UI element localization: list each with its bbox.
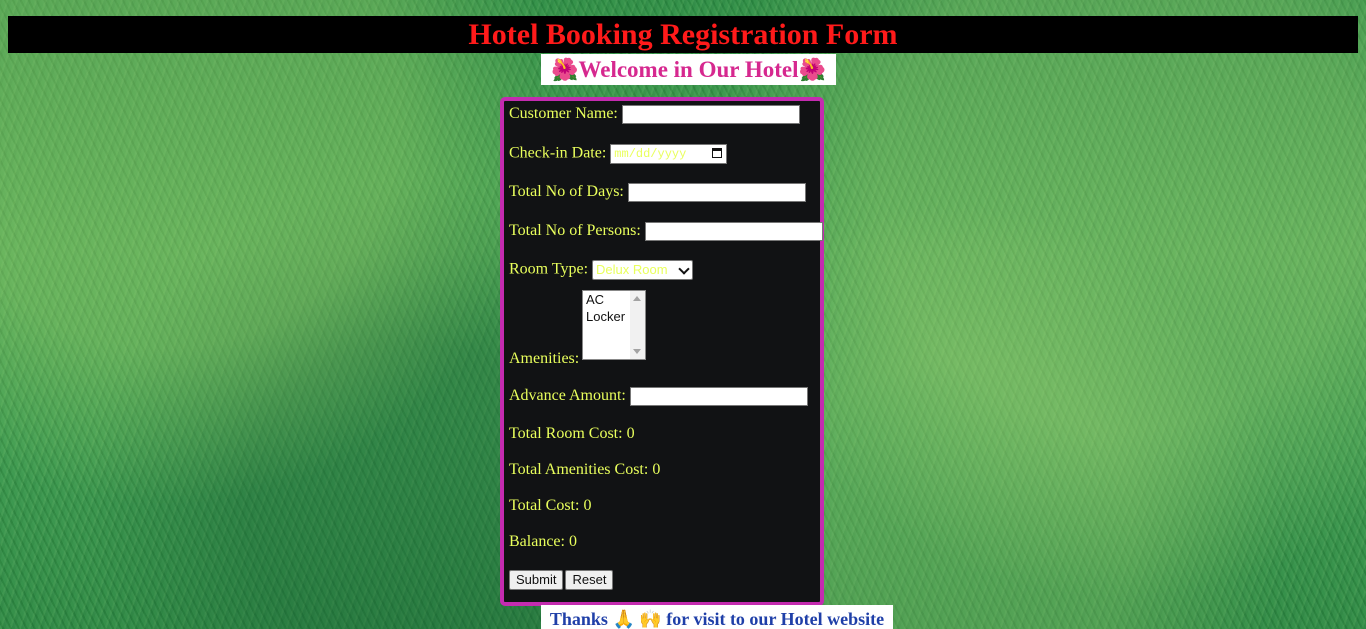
total-amenities-cost-label: Total Amenities Cost: (509, 461, 649, 478)
calendar-icon[interactable] (712, 148, 723, 158)
hibiscus-icon: 🌺 (551, 57, 579, 82)
checkin-date-placeholder: mm/dd/yyyy (614, 147, 687, 161)
balance-row: Balance: 0 (509, 533, 577, 551)
checkin-date-label: Check-in Date: (509, 144, 607, 162)
total-amenities-cost-row: Total Amenities Cost: 0 (509, 461, 660, 479)
total-room-cost-label: Total Room Cost: (509, 425, 623, 442)
listbox-scrollbar[interactable] (630, 291, 645, 359)
advance-amount-input[interactable] (629, 387, 808, 406)
total-persons-input[interactable] (644, 222, 823, 241)
total-cost-label: Total Cost: (509, 497, 580, 514)
customer-name-label: Customer Name: (509, 105, 618, 123)
total-persons-label: Total No of Persons: (509, 222, 641, 240)
balance-value: 0 (568, 533, 577, 550)
checkin-date-input[interactable]: mm/dd/yyyy (610, 144, 728, 164)
hibiscus-icon: 🌺 (798, 57, 826, 82)
footer-thanks: Thanks (549, 609, 608, 629)
room-type-label: Room Type: (509, 260, 589, 278)
scroll-up-arrow-icon[interactable] (633, 296, 641, 301)
total-amenities-cost-value: 0 (652, 461, 661, 478)
advance-amount-row: Advance Amount: (509, 387, 808, 406)
amenities-row: Amenities: AC Locker (509, 290, 646, 368)
form-actions: Submit Reset (509, 570, 615, 590)
folded-hands-icon: 🙏 (612, 609, 635, 629)
scroll-down-arrow-icon[interactable] (633, 349, 641, 354)
total-room-cost-row: Total Room Cost: 0 (509, 425, 635, 443)
total-persons-row: Total No of Persons: (509, 222, 823, 241)
advance-amount-label: Advance Amount: (509, 387, 626, 405)
total-cost-row: Total Cost: 0 (509, 497, 591, 515)
page-title: Hotel Booking Registration Form (468, 18, 898, 51)
total-days-row: Total No of Days: (509, 183, 806, 202)
reset-button[interactable]: Reset (565, 570, 614, 590)
total-room-cost-value: 0 (626, 425, 635, 442)
total-cost-value: 0 (583, 497, 592, 514)
submit-button[interactable]: Submit (509, 570, 564, 590)
welcome-banner: 🌺Welcome in Our Hotel🌺 (541, 54, 836, 85)
room-type-row: Room Type: Delux Room (509, 260, 694, 280)
raising-hands-icon: 🙌 (639, 609, 662, 629)
footer-banner: Thanks 🙏 🙌 for visit to our Hotel websit… (541, 605, 893, 629)
header-bar: Hotel Booking Registration Form (8, 16, 1358, 53)
booking-form: Customer Name: Check-in Date: mm/dd/yyyy … (500, 97, 824, 606)
chevron-down-icon (678, 263, 690, 275)
amenities-listbox[interactable]: AC Locker (582, 290, 646, 360)
room-type-selected: Delux Room (596, 262, 668, 277)
customer-name-row: Customer Name: (509, 105, 800, 124)
room-type-select[interactable]: Delux Room (592, 260, 694, 280)
total-days-label: Total No of Days: (509, 183, 624, 201)
checkin-date-row: Check-in Date: mm/dd/yyyy (509, 144, 728, 164)
customer-name-input[interactable] (621, 105, 800, 124)
amenities-label: Amenities: (509, 350, 580, 367)
total-days-input[interactable] (627, 183, 806, 202)
welcome-text: Welcome in Our Hotel (578, 57, 799, 82)
footer-text: for visit to our Hotel website (666, 609, 885, 629)
balance-label: Balance: (509, 533, 565, 550)
